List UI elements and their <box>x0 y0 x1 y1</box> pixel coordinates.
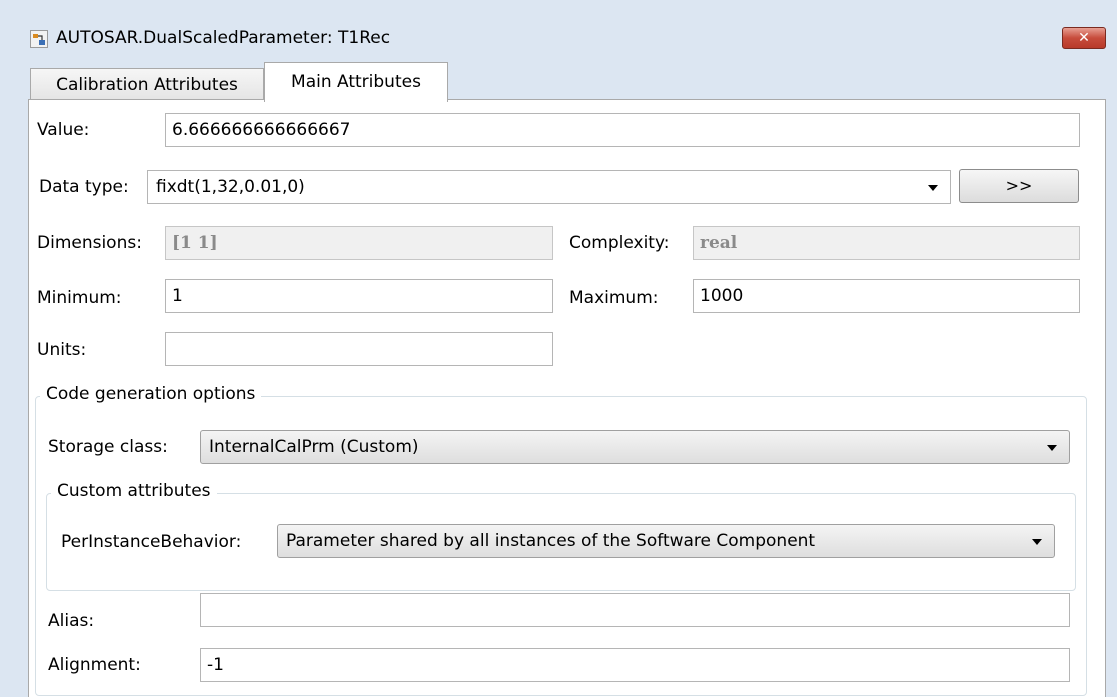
tab-label: Main Attributes <box>291 72 421 92</box>
chevron-down-icon <box>1032 539 1042 545</box>
simulink-icon <box>30 30 48 48</box>
minimum-label: Minimum: <box>37 288 122 308</box>
units-label: Units: <box>37 340 87 360</box>
code-generation-group: Code generation options Storage class: I… <box>35 384 1087 696</box>
chevron-down-icon <box>928 185 938 191</box>
value-field[interactable]: 6.666666666666667 <box>165 113 1080 147</box>
title-bar[interactable]: AUTOSAR.DualScaledParameter: T1Rec ✕ <box>10 20 1106 58</box>
storage-class-select[interactable]: InternalCalPrm (Custom) <box>200 430 1070 464</box>
value-label: Value: <box>37 120 90 140</box>
close-icon: ✕ <box>1078 30 1090 46</box>
maximum-label: Maximum: <box>569 288 659 308</box>
complexity-field: real <box>693 226 1080 260</box>
alignment-label: Alignment: <box>48 655 141 675</box>
complexity-label: Complexity: <box>569 233 670 253</box>
units-field[interactable] <box>165 332 553 366</box>
maximum-field[interactable]: 1000 <box>693 279 1080 313</box>
window-title: AUTOSAR.DualScaledParameter: T1Rec <box>56 28 391 48</box>
datatype-value: fixdt(1,32,0.01,0) <box>156 177 305 197</box>
alias-field[interactable] <box>200 593 1070 627</box>
tab-label: Calibration Attributes <box>56 75 238 95</box>
custom-attributes-legend: Custom attributes <box>51 481 217 501</box>
tab-calibration-attributes[interactable]: Calibration Attributes <box>30 68 264 101</box>
storage-class-label: Storage class: <box>48 437 168 457</box>
datatype-assistant-button[interactable]: >> <box>959 169 1079 203</box>
dialog-window: AUTOSAR.DualScaledParameter: T1Rec ✕ Cal… <box>0 0 1117 697</box>
minimum-field[interactable]: 1 <box>165 279 553 313</box>
datatype-label: Data type: <box>39 177 129 197</box>
dimensions-field: [1 1] <box>165 226 553 260</box>
tab-main-attributes[interactable]: Main Attributes <box>264 62 448 102</box>
close-button[interactable]: ✕ <box>1062 27 1106 49</box>
per-instance-behavior-label: PerInstanceBehavior: <box>61 532 242 552</box>
per-instance-behavior-value: Parameter shared by all instances of the… <box>286 531 816 551</box>
datatype-select[interactable]: fixdt(1,32,0.01,0) <box>147 170 951 204</box>
code-generation-legend: Code generation options <box>40 384 262 404</box>
tab-strip: Calibration Attributes Main Attributes <box>28 62 1106 102</box>
per-instance-behavior-select[interactable]: Parameter shared by all instances of the… <box>277 524 1055 558</box>
alias-label: Alias: <box>48 611 95 631</box>
storage-class-value: InternalCalPrm (Custom) <box>209 437 419 457</box>
main-attributes-panel: Value: 6.666666666666667 Data type: fixd… <box>28 99 1106 697</box>
custom-attributes-group: Custom attributes PerInstanceBehavior: P… <box>46 481 1076 591</box>
chevron-down-icon <box>1047 445 1057 451</box>
alignment-field[interactable]: -1 <box>200 648 1070 682</box>
dimensions-label: Dimensions: <box>37 233 142 253</box>
